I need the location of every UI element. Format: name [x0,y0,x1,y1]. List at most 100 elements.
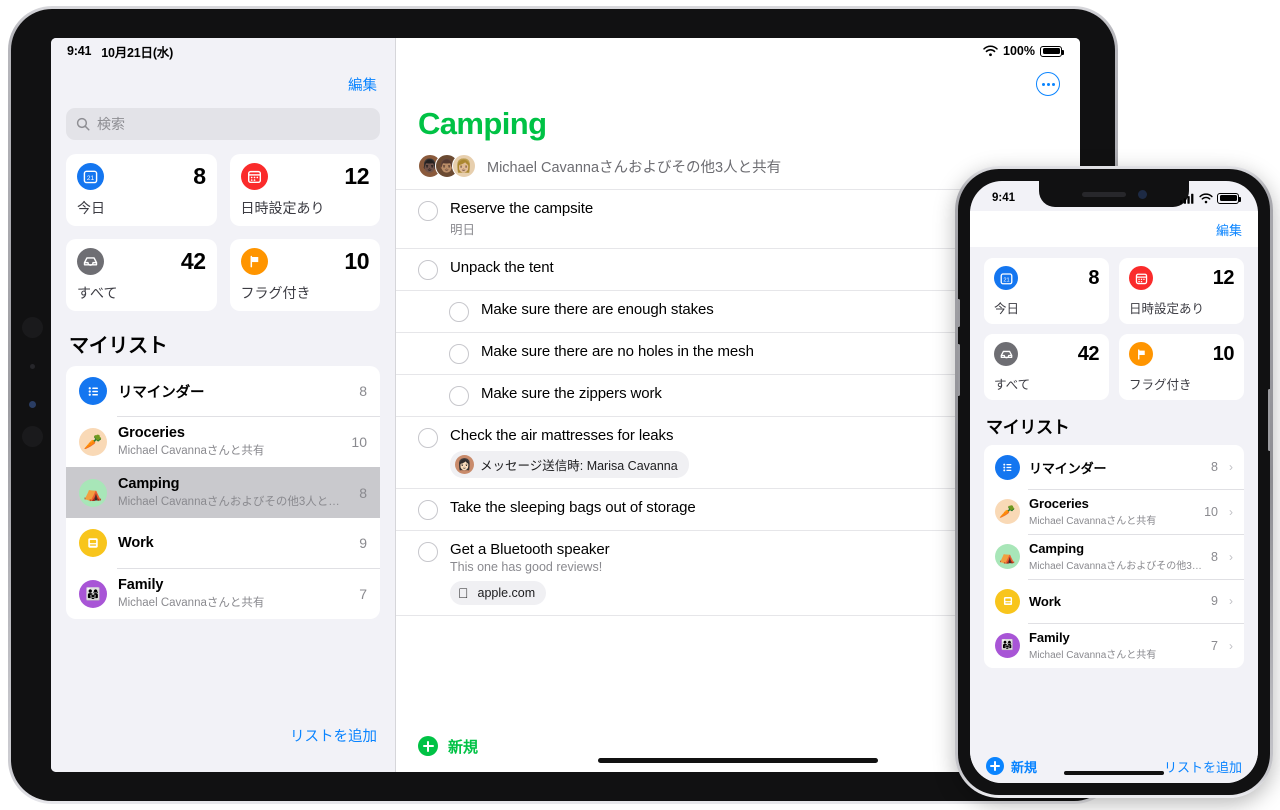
list-name: Work [118,535,154,551]
iphone-power-button[interactable] [1268,389,1270,451]
list-row-groceries[interactable]: 🥕 Groceries Michael Cavannaさんと共有 10 › [984,489,1244,534]
new-reminder-button[interactable]: 新規 [448,736,478,757]
chip-label: apple.com [467,585,536,600]
tent-icon: ⛺ [79,478,107,507]
iphone-home-indicator[interactable] [1064,771,1164,775]
task-checkbox[interactable] [418,428,438,448]
iphone-ringer-switch[interactable] [958,299,960,327]
shared-with-label: Michael Cavannaさんおよびその他3人と共有 [487,159,782,176]
list-row-camping[interactable]: ⛺ Camping Michael Cavannaさんおよびその他3人と共有 8 [66,467,380,518]
status-date: 10月21日(水) [101,45,174,60]
task-checkbox[interactable] [449,302,469,322]
list-name: Family [1029,630,1070,645]
smart-card-scheduled[interactable]: 12 日時設定あり [229,154,380,226]
list-name: Family [118,577,164,593]
list-row-camping[interactable]: ⛺ Camping Michael Cavannaさんおよびその他3… 8 › [984,534,1244,579]
my-lists-heading: マイリスト [986,418,1070,437]
carrot-icon: 🥕 [79,427,107,456]
add-list-button[interactable]: リストを追加 [290,725,377,746]
new-reminder-button[interactable]: 新規 [986,757,1037,776]
smart-card-count: 10 [1212,342,1235,365]
family-icon: 👨‍👩‍👧 [995,633,1020,658]
list-count: 8 [359,484,367,501]
list-count: 9 [359,535,367,551]
ipad-screen: 9:41 10月21日(水) 編集 検索 21 8 今日 12 日時設定あり 4… [51,38,1080,772]
task-location-chip[interactable]: 👩🏻 メッセージ送信時: Marisa Cavanna [450,451,689,478]
chevron-right-icon: › [1229,504,1233,519]
wifi-icon [1199,192,1213,203]
list-row-work[interactable]: Work 9 › [984,579,1244,623]
smart-card-all[interactable]: 42 すべて [984,334,1109,400]
task-checkbox[interactable] [418,260,438,280]
tray-icon [994,342,1018,366]
smart-card-flagged[interactable]: 10 フラグ付き [229,239,380,311]
edit-button[interactable]: 編集 [1216,220,1242,239]
list-shared-info: Michael Cavannaさんと共有 [1029,516,1157,527]
smart-card-label: 今日 [994,302,1020,316]
list-count: 9 [1211,594,1218,608]
task-checkbox[interactable] [418,201,438,221]
list-name: Groceries [118,425,185,441]
smart-card-today[interactable]: 21 8 今日 [66,154,217,226]
contact-avatar: 👩🏻 [455,455,474,474]
smart-card-count: 8 [193,163,206,189]
smart-card-label: すべて [994,378,1031,392]
battery-percent: 100% [1003,44,1035,58]
chevron-right-icon: › [1229,594,1233,608]
list-row-groceries[interactable]: 🥕 Groceries Michael Cavannaさんと共有 10 [66,416,380,467]
flag-icon [1129,342,1153,366]
list-shared-info: Michael Cavannaさんと共有 [118,445,265,457]
list-row-family[interactable]: 👨‍👩‍👧 Family Michael Cavannaさんと共有 7 [66,568,380,619]
wifi-icon [983,45,998,57]
task-checkbox[interactable] [418,542,438,562]
list-name: Camping [118,476,180,492]
ipad-volume-down-button[interactable] [22,426,43,447]
ipad-indicator-led [29,401,36,408]
cellular-icon [1180,193,1194,204]
iphone-volume-buttons[interactable] [958,344,960,396]
status-time: 9:41 [67,44,92,58]
plus-circle-icon [986,757,1004,775]
sidebar: 9:41 10月21日(水) 編集 検索 21 8 今日 12 日時設定あり 4… [51,38,396,772]
smart-card-all[interactable]: 42 すべて [66,239,217,311]
smart-card-label: 日時設定あり [1129,302,1205,316]
ipad-volume-up-button[interactable] [22,317,43,338]
ipad-device: 9:41 10月21日(水) 編集 検索 21 8 今日 12 日時設定あり 4… [8,6,1118,804]
list-bullet-icon [79,377,107,405]
list-count: 10 [1204,504,1218,519]
more-options-icon[interactable] [1036,72,1060,96]
smart-card-flagged[interactable]: 10 フラグ付き [1119,334,1244,400]
edit-button[interactable]: 編集 [348,74,377,95]
smart-card-count: 10 [344,248,369,274]
iphone-status-bar: 9:41 [970,181,1258,211]
smart-card-today[interactable]: 21 8 今日 [984,258,1109,324]
smart-card-count: 12 [1212,266,1235,289]
add-list-button[interactable]: リストを追加 [1164,757,1242,776]
list-shared-info: Michael Cavannaさんと共有 [1029,650,1157,661]
search-container: 検索 [51,104,395,140]
list-count: 8 [1211,549,1218,564]
list-row-family[interactable]: 👨‍👩‍👧 Family Michael Cavannaさんと共有 7 › [984,623,1244,668]
list-shared-info: Michael Cavannaさんおよびその他3… [1029,561,1202,572]
list-shared-info: Michael Cavannaさんと共有 [118,597,265,609]
task-link-chip[interactable]:  apple.com [450,581,547,605]
main-toolbar [396,64,1080,104]
list-count: 10 [351,433,367,450]
list-row-reminders[interactable]: リマインダー 8 › [984,445,1244,489]
smart-card-label: 日時設定あり [240,200,325,216]
ipad-home-indicator[interactable] [598,758,878,763]
smart-card-scheduled[interactable]: 12 日時設定あり [1119,258,1244,324]
carrot-icon: 🥕 [995,499,1020,524]
list-shared-info: Michael Cavannaさんおよびその他3人と共有 [118,496,349,508]
search-input[interactable]: 検索 [66,108,380,140]
search-icon [76,117,90,131]
plus-circle-icon[interactable] [418,736,438,756]
task-checkbox[interactable] [449,344,469,364]
list-row-reminders[interactable]: リマインダー 8 [66,366,380,416]
list-row-work[interactable]: Work 9 [66,518,380,568]
calendar-day-icon: 21 [77,163,104,190]
status-time: 9:41 [992,192,1016,204]
task-checkbox[interactable] [449,386,469,406]
task-checkbox[interactable] [418,500,438,520]
